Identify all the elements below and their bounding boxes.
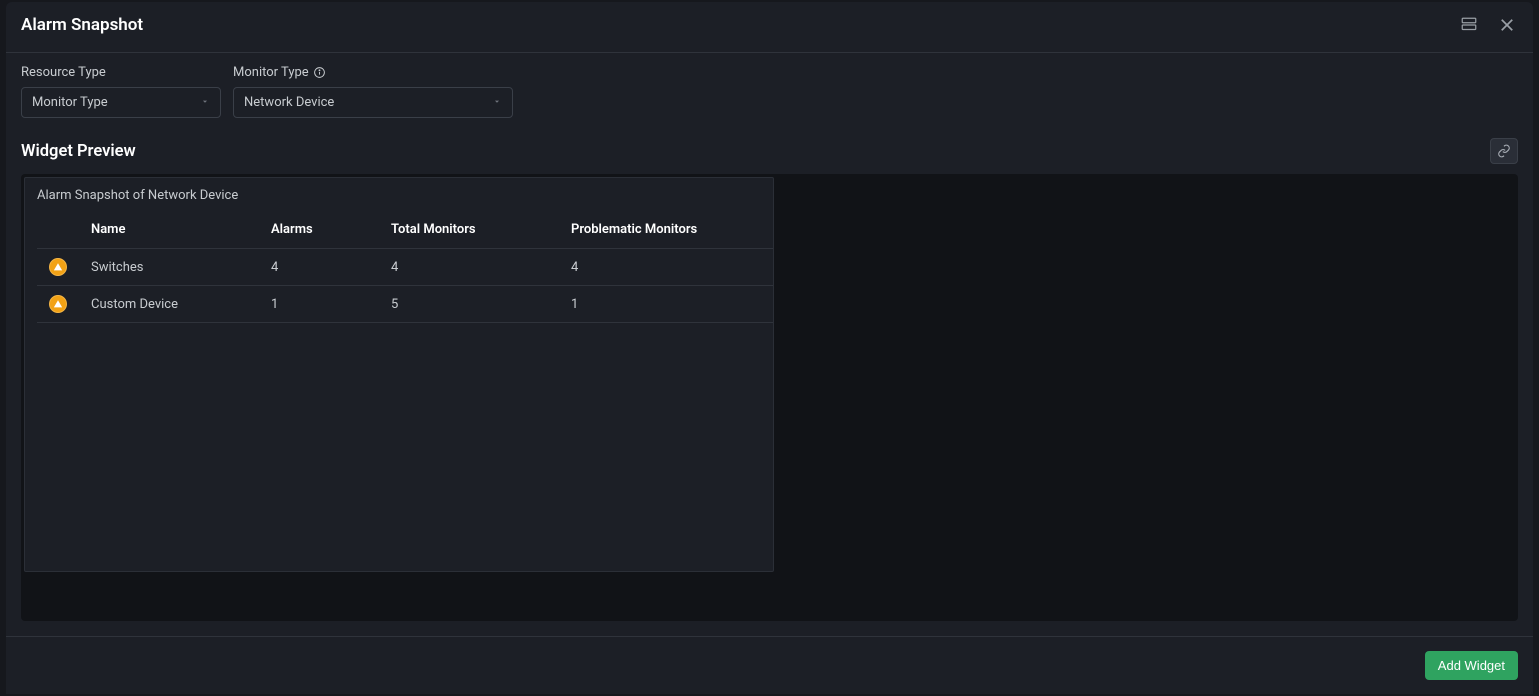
link-icon [1497, 144, 1511, 158]
alarm-table: Name Alarms Total Monitors Problematic M… [37, 211, 773, 323]
resource-type-value: Monitor Type [32, 95, 108, 110]
filter-row: Resource Type Monitor Type Monitor Type [21, 65, 1518, 118]
widget-preview-header: Widget Preview [21, 138, 1518, 164]
preview-widget: Alarm Snapshot of Network Device Name Al… [24, 177, 774, 572]
monitor-type-label-text: Monitor Type [233, 65, 309, 80]
monitor-type-value: Network Device [244, 95, 334, 110]
th-alarms[interactable]: Alarms [263, 211, 383, 249]
widget-preview-title: Widget Preview [21, 142, 136, 161]
cell-alarms: 1 [263, 286, 383, 323]
monitor-type-select[interactable]: Network Device [233, 87, 513, 118]
modal-footer: Add Widget [6, 636, 1533, 694]
modal-header: Alarm Snapshot [6, 2, 1533, 53]
monitor-type-label: Monitor Type [233, 65, 513, 80]
cell-total-monitors: 5 [383, 286, 563, 323]
cell-name: Switches [83, 249, 263, 286]
header-actions [1458, 14, 1518, 36]
close-button[interactable] [1496, 14, 1518, 36]
cell-alarms: 4 [263, 249, 383, 286]
warning-icon [49, 258, 67, 276]
th-name[interactable]: Name [83, 211, 263, 249]
th-status [37, 211, 83, 249]
chevron-down-icon [492, 95, 502, 110]
layout-icon-button[interactable] [1458, 14, 1480, 36]
warning-icon [49, 295, 67, 313]
cell-problematic-monitors: 4 [563, 249, 773, 286]
table-row[interactable]: Switches 4 4 4 [37, 249, 773, 286]
add-widget-button[interactable]: Add Widget [1425, 651, 1518, 680]
preview-area: Alarm Snapshot of Network Device Name Al… [21, 174, 1518, 621]
resource-type-select[interactable]: Monitor Type [21, 87, 221, 118]
table-row[interactable]: Custom Device 1 5 1 [37, 286, 773, 323]
close-icon [1498, 16, 1516, 34]
cell-status [37, 286, 83, 323]
modal-title: Alarm Snapshot [21, 15, 143, 35]
th-total-monitors[interactable]: Total Monitors [383, 211, 563, 249]
widget-caption: Alarm Snapshot of Network Device [25, 188, 773, 211]
cell-problematic-monitors: 1 [563, 286, 773, 323]
resource-type-label: Resource Type [21, 65, 221, 80]
info-icon[interactable] [313, 66, 326, 79]
resource-type-group: Resource Type Monitor Type [21, 65, 221, 118]
modal-body: Resource Type Monitor Type Monitor Type [6, 53, 1533, 636]
monitor-type-group: Monitor Type Network Device [233, 65, 513, 118]
alarm-snapshot-modal: Alarm Snapshot Resource Type Monit [6, 2, 1533, 694]
chevron-down-icon [200, 95, 210, 110]
layout-icon [1460, 16, 1478, 34]
table-header-row: Name Alarms Total Monitors Problematic M… [37, 211, 773, 249]
th-problematic-monitors[interactable]: Problematic Monitors [563, 211, 773, 249]
cell-total-monitors: 4 [383, 249, 563, 286]
link-icon-button[interactable] [1490, 138, 1518, 164]
cell-status [37, 249, 83, 286]
cell-name: Custom Device [83, 286, 263, 323]
